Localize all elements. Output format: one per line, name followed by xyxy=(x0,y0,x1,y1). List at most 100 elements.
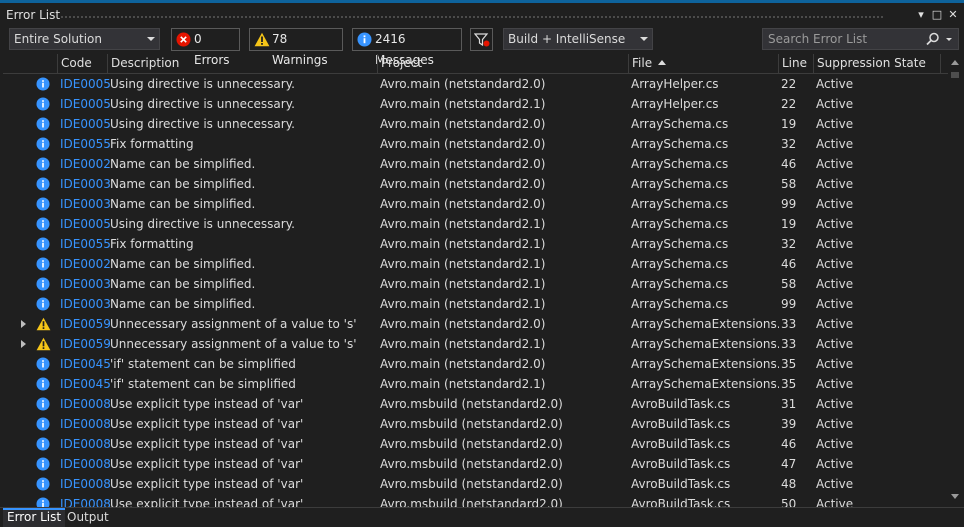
row-code-link[interactable]: IDE0059 xyxy=(60,314,110,334)
table-row[interactable]: IDE0005 Using directive is unnecessary. Av… xyxy=(3,74,948,94)
row-code-link[interactable]: IDE0003 xyxy=(60,274,110,294)
table-row[interactable]: IDE0045'if' statement can be simplified A… xyxy=(3,374,948,394)
table-row[interactable]: IDE0008 Use explicit type instead of 'var… xyxy=(3,474,948,494)
tab-output[interactable]: Output xyxy=(63,508,113,527)
messages-filter-button[interactable]: 2416 Messages xyxy=(352,28,462,67)
table-row[interactable]: IDE0003 Name can be simplified. Avro.main … xyxy=(3,194,948,214)
row-code-link[interactable]: IDE0005 xyxy=(60,114,110,134)
table-row[interactable]: IDE0008 Use explicit type instead of 'var… xyxy=(3,394,948,414)
maximize-icon[interactable]: □ xyxy=(930,8,944,22)
drag-grip[interactable] xyxy=(60,15,884,20)
scroll-down-arrow-icon[interactable] xyxy=(951,494,959,499)
row-description: Use explicit type instead of 'var' xyxy=(110,477,304,491)
row-description: Unnecessary assignment of a value to 's' xyxy=(110,317,357,331)
row-code-link[interactable]: IDE0045 xyxy=(60,354,110,374)
row-code-link[interactable]: IDE0003 xyxy=(60,174,110,194)
row-description: 'if' statement can be simplified xyxy=(110,377,296,391)
table-row[interactable]: IDE0002 Name can be simplified. Avro.main … xyxy=(3,254,948,274)
clear-filter-button[interactable] xyxy=(470,28,493,51)
row-code-link[interactable]: IDE0003 xyxy=(60,194,110,214)
scope-dropdown[interactable]: Entire Solution xyxy=(9,28,160,50)
row-suppression-state: Active xyxy=(816,277,854,291)
row-line: 99 xyxy=(781,197,797,211)
info-icon xyxy=(36,177,52,191)
row-project: Avro.main (netstandard2.0) xyxy=(380,77,546,91)
row-project: Avro.main (netstandard2.1) xyxy=(380,237,546,251)
column-header-line[interactable]: Line xyxy=(778,54,813,74)
column-header-severity[interactable] xyxy=(3,54,57,74)
table-row[interactable]: IDE0003 Name can be simplified. Avro.main … xyxy=(3,274,948,294)
row-code-link[interactable]: IDE0055 xyxy=(60,234,110,254)
row-suppression-state: Active xyxy=(816,177,854,191)
row-code-link[interactable]: IDE0005 xyxy=(60,74,110,94)
table-row[interactable]: IDE0008 Use explicit type instead of 'var… xyxy=(3,494,948,507)
row-suppression-state: Active xyxy=(816,397,854,411)
row-code-link[interactable]: IDE0055 xyxy=(60,134,110,154)
table-row[interactable]: IDE0003 Name can be simplified. Avro.main … xyxy=(3,294,948,314)
info-icon xyxy=(36,217,52,231)
row-code-link[interactable]: IDE0005 xyxy=(60,214,110,234)
table-row[interactable]: IDE0008 Use explicit type instead of 'var… xyxy=(3,414,948,434)
row-code-link[interactable]: IDE0045 xyxy=(60,374,110,394)
vertical-scrollbar[interactable] xyxy=(948,54,962,507)
row-description: Name can be simplified. xyxy=(110,157,256,171)
row-project: Avro.msbuild (netstandard2.0) xyxy=(380,437,563,451)
table-row[interactable]: IDE0059 Unnecessary assignment of a value… xyxy=(3,334,948,354)
row-code-link[interactable]: IDE0008 xyxy=(60,454,110,474)
row-code-link[interactable]: IDE0008 xyxy=(60,494,110,507)
row-line: 58 xyxy=(781,277,797,291)
dropdown-icon[interactable]: ▾ xyxy=(914,8,928,22)
errors-filter-button[interactable]: 0 Errors xyxy=(171,28,240,67)
search-icon[interactable] xyxy=(926,32,940,46)
row-code-link[interactable]: IDE0002 xyxy=(60,154,110,174)
tab-error-list[interactable]: Error List xyxy=(3,508,66,527)
row-file: ArraySchema.cs xyxy=(631,137,729,151)
sort-ascending-icon xyxy=(658,60,667,65)
row-suppression-state: Active xyxy=(816,457,854,471)
row-suppression-state: Active xyxy=(816,237,854,251)
close-icon[interactable]: ✕ xyxy=(946,8,960,22)
table-row[interactable]: IDE0005 Using directive is unnecessary. Av… xyxy=(3,214,948,234)
row-suppression-state: Active xyxy=(816,157,854,171)
search-input[interactable]: Search Error List xyxy=(762,28,959,50)
row-file: AvroBuildTask.cs xyxy=(631,477,731,491)
chevron-right-icon[interactable] xyxy=(21,320,26,328)
column-header-project[interactable]: Project xyxy=(377,54,628,74)
column-header-file[interactable]: File xyxy=(628,54,778,74)
table-row[interactable]: IDE0055 Fix formatting Avro.main (netstand… xyxy=(3,234,948,254)
chevron-right-icon[interactable] xyxy=(21,340,26,348)
info-icon xyxy=(36,497,52,507)
row-code-link[interactable]: IDE0003 xyxy=(60,294,110,314)
row-code-link[interactable]: IDE0008 xyxy=(60,414,110,434)
column-header-suppression-state[interactable]: Suppression State xyxy=(813,54,940,74)
row-code-link[interactable]: IDE0008 xyxy=(60,474,110,494)
row-code-link[interactable]: IDE0059 xyxy=(60,334,110,354)
chevron-down-icon xyxy=(640,37,648,41)
table-row[interactable]: IDE0005 Using directive is unnecessary. Av… xyxy=(3,114,948,134)
scroll-thumb[interactable] xyxy=(951,72,959,78)
row-line: 31 xyxy=(781,397,797,411)
warnings-filter-button[interactable]: 78 Warnings xyxy=(249,28,343,67)
table-row[interactable]: IDE0003 Name can be simplified. Avro.main … xyxy=(3,174,948,194)
table-row[interactable]: IDE0008 Use explicit type instead of 'var… xyxy=(3,434,948,454)
row-code-link[interactable]: IDE0008 xyxy=(60,394,110,414)
row-code-link[interactable]: IDE0005 xyxy=(60,94,110,114)
row-expander[interactable] xyxy=(21,314,31,334)
table-row[interactable]: IDE0002 Name can be simplified. Avro.main … xyxy=(3,154,948,174)
row-code-link[interactable]: IDE0008 xyxy=(60,434,110,454)
build-source-dropdown[interactable]: Build + IntelliSense xyxy=(503,28,653,50)
search-options-chevron-icon[interactable] xyxy=(946,38,952,41)
table-row[interactable]: IDE0059 Unnecessary assignment of a value… xyxy=(3,314,948,334)
table-row[interactable]: IDE0005 Using directive is unnecessary. Av… xyxy=(3,94,948,114)
table-row[interactable]: IDE0055 Fix formatting Avro.main (netstand… xyxy=(3,134,948,154)
column-header-filler xyxy=(940,54,948,74)
scroll-up-arrow-icon[interactable] xyxy=(951,60,959,65)
column-header-description[interactable]: Description xyxy=(107,54,377,74)
row-expander[interactable] xyxy=(21,334,31,354)
row-file: ArraySchema.cs xyxy=(631,177,729,191)
row-description: Name can be simplified. xyxy=(110,257,256,271)
table-row[interactable]: IDE0045'if' statement can be simplified A… xyxy=(3,354,948,374)
row-code-link[interactable]: IDE0002 xyxy=(60,254,110,274)
table-row[interactable]: IDE0008 Use explicit type instead of 'var… xyxy=(3,454,948,474)
column-header-code[interactable]: Code xyxy=(57,54,107,74)
